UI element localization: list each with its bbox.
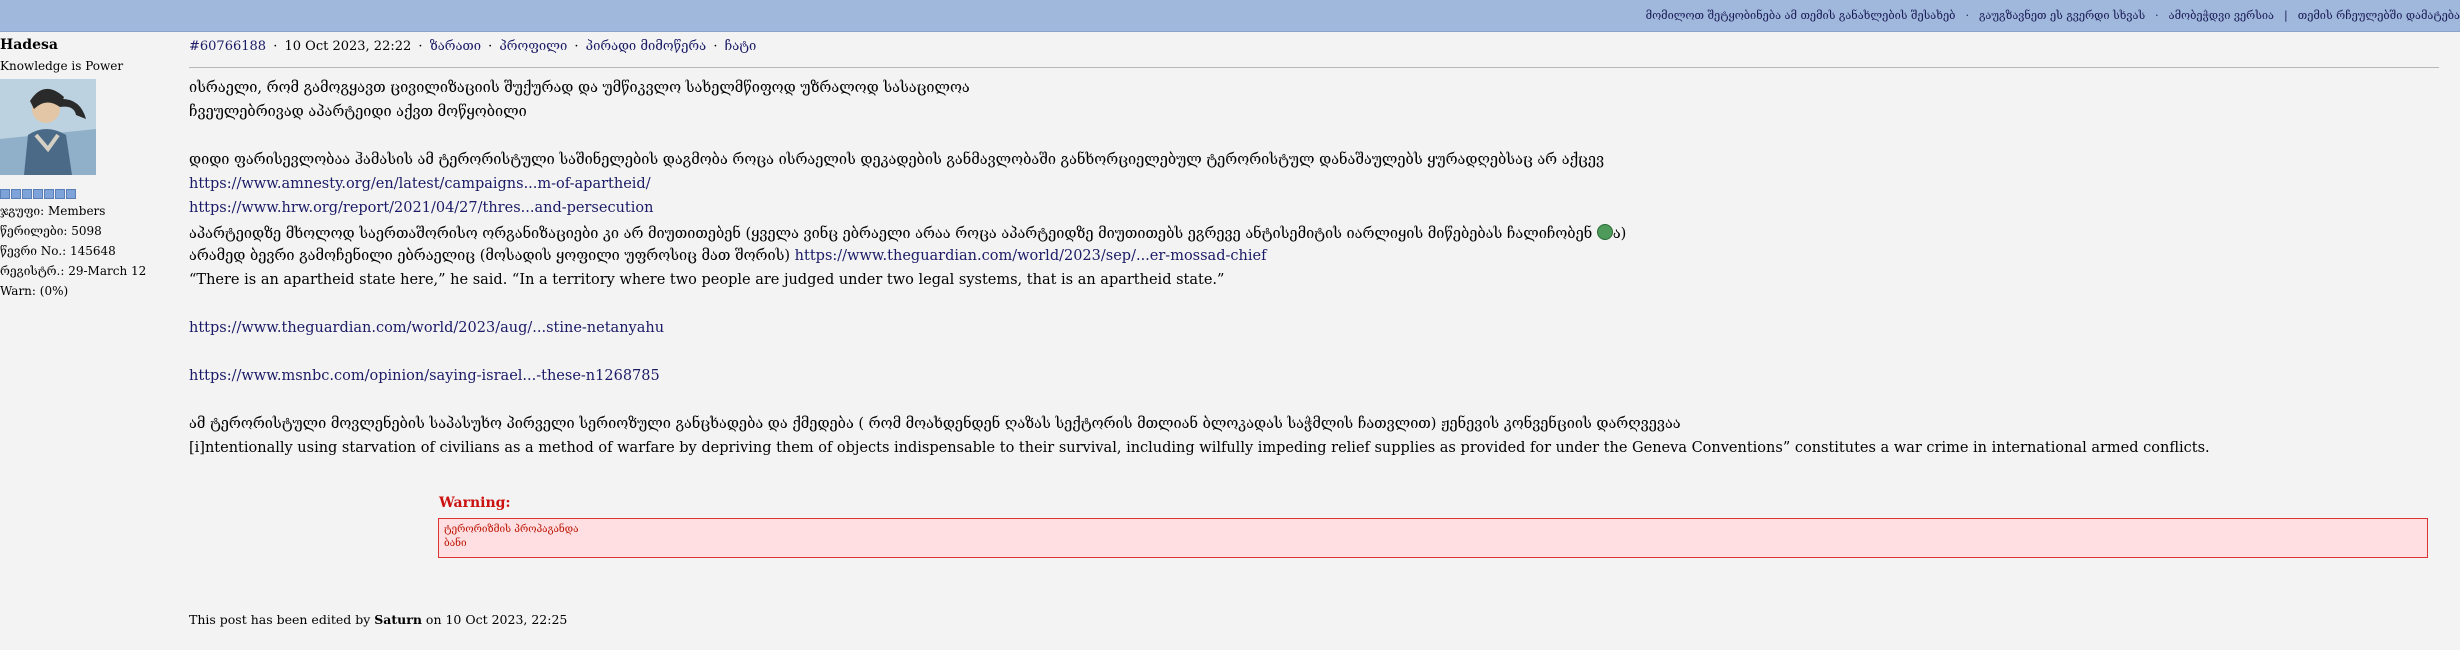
report-link[interactable]: ზარათი	[430, 39, 481, 54]
warning-title: Warning:	[439, 495, 511, 511]
rank-pip	[11, 189, 21, 199]
rank-pip	[33, 189, 43, 199]
rank-pip	[44, 189, 54, 199]
post-text-segment: აპარტეიდზე მხოლოდ საერთაშორისო ორგანიზაც…	[189, 226, 1593, 242]
add-favorite-link[interactable]: თემის რჩეულებში დამატება	[2298, 9, 2460, 22]
post-text-line: ისრაელი, რომ გამოგყავთ ცივილიზაციის შუქუ…	[189, 80, 970, 96]
edit-note: This post has been edited by Saturn on 1…	[189, 612, 567, 627]
topbar-separator: |	[2284, 9, 2288, 22]
separator: ·	[273, 39, 278, 54]
forum-post: #60766188 · 10 Oct 2023, 22:22 · ზარათი …	[189, 38, 2439, 627]
edit-note-prefix: This post has been edited by	[189, 612, 371, 627]
private-message-link[interactable]: პირადი მიმოწერა	[586, 39, 707, 54]
separator: ·	[488, 39, 493, 54]
warning-box: ტერორიზმის პროპაგანდა ბანი	[438, 518, 2428, 558]
user-post-count: წერილები: 5098	[0, 224, 102, 238]
post-date: 10 Oct 2023, 22:22	[284, 39, 412, 54]
msnbc-link[interactable]: https://www.msnbc.com/opinion/saying-isr…	[189, 368, 660, 384]
warning-reason: ტერორიზმის პროპაგანდა	[444, 524, 579, 535]
separator: ·	[713, 39, 718, 54]
warning-action: ბანი	[444, 538, 467, 549]
post-text-segment: ა)	[1612, 226, 1627, 242]
user-info-panel: Hadesa Knowledge is Power ჯგუფი: Members…	[0, 37, 180, 301]
post-text-line: დიდი ფარისევლობაა ჰამასის ამ ტერორისტული…	[189, 152, 1605, 168]
user-registered: რეგისტრ.: 29-March 12	[0, 264, 147, 278]
post-header: #60766188 · 10 Oct 2023, 22:22 · ზარათი …	[189, 38, 2439, 60]
separator: ·	[418, 39, 423, 54]
post-text-line: [i]ntentionally using starvation of civi…	[189, 440, 2210, 456]
separator: ·	[574, 39, 579, 54]
rank-pip	[55, 189, 65, 199]
chat-link[interactable]: ჩატი	[725, 39, 757, 54]
edit-note-suffix: on 10 Oct 2023, 22:25	[425, 612, 568, 627]
track-topic-link[interactable]: მომილოთ შეტყობინება ამ თემის განახლების …	[1646, 9, 1956, 22]
send-page-link[interactable]: გაუგზავნეთ ეს გვერდი სხვას	[1979, 9, 2145, 22]
topbar-separator: ·	[2155, 9, 2159, 22]
guardian-mossad-link[interactable]: https://www.theguardian.com/world/2023/s…	[795, 248, 1267, 264]
post-text-segment: არამედ ბევრი გამოჩენილი ებრაელიც (მოსადი…	[189, 248, 791, 264]
top-navigation-bar: მომილოთ შეტყობინება ამ თემის განახლების …	[0, 0, 2460, 32]
amnesty-link[interactable]: https://www.amnesty.org/en/latest/campai…	[189, 176, 651, 192]
user-warn-level[interactable]: Warn: (0%)	[0, 281, 180, 301]
editor-name[interactable]: Saturn	[374, 612, 422, 627]
post-permalink[interactable]: #60766188	[189, 39, 266, 54]
print-version-link[interactable]: ამობეჭდვი ვერსია	[2169, 9, 2274, 22]
post-text-line: აპარტეიდზე მხოლოდ საერთაშორისო ორგანიზაც…	[189, 224, 1626, 242]
user-group: ჯგუფი: Members	[0, 204, 106, 218]
rank-pip	[22, 189, 32, 199]
post-text-line: ამ ტერორისტული მოვლენების საპასუხო პირვე…	[189, 416, 1681, 432]
guardian-netanyahu-link[interactable]: https://www.theguardian.com/world/2023/a…	[189, 320, 664, 336]
hrw-link[interactable]: https://www.hrw.org/report/2021/04/27/th…	[189, 200, 653, 216]
post-divider	[189, 67, 2439, 68]
user-title: Knowledge is Power	[0, 59, 124, 73]
globe-emoticon-icon	[1596, 224, 1613, 240]
user-avatar[interactable]	[0, 79, 96, 175]
profile-link[interactable]: პროფილი	[499, 39, 567, 54]
rank-pip	[0, 189, 10, 199]
rank-pips	[0, 189, 180, 199]
post-text-line: არამედ ბევრი გამოჩენილი ებრაელიც (მოსადი…	[189, 248, 1266, 264]
topbar-links: მომილოთ შეტყობინება ამ თემის განახლების …	[1646, 0, 2460, 31]
post-text-line: ჩვეულებრივად აპარტეიდი აქვთ მოწყობილი	[189, 104, 527, 120]
rank-pip	[66, 189, 76, 199]
topbar-separator: ·	[1965, 9, 1969, 22]
user-member-number: წევრი No.: 145648	[0, 244, 116, 258]
post-text-line: “There is an apartheid state here,” he s…	[189, 272, 1225, 288]
username[interactable]: Hadesa	[0, 37, 180, 53]
